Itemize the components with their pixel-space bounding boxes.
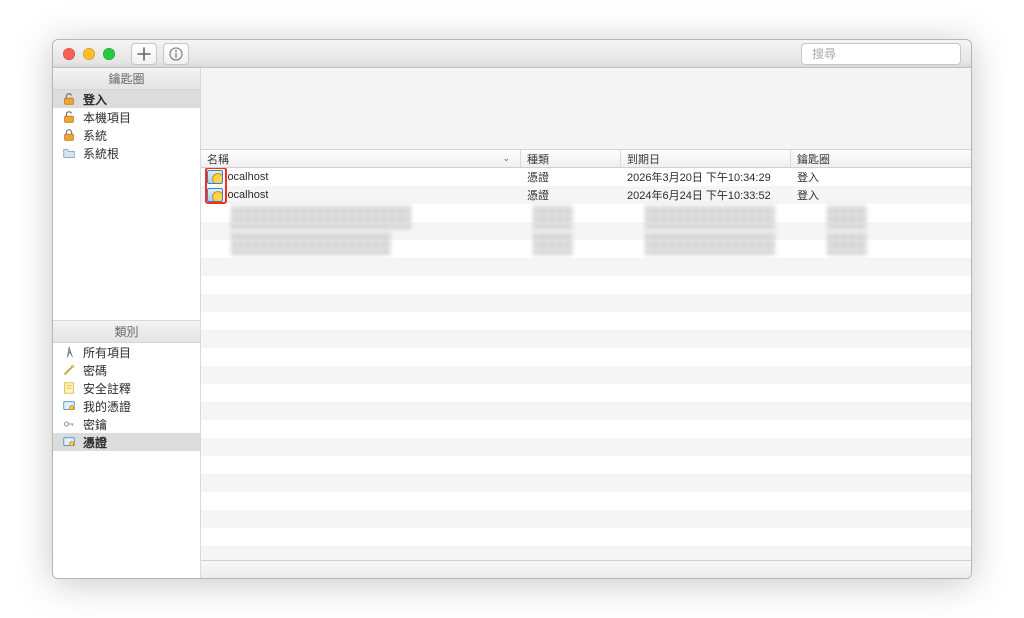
- unlock-icon: [61, 109, 77, 125]
- sidebar-keychains-header: 鑰匙圈: [53, 68, 200, 90]
- detail-panel: [201, 68, 971, 150]
- keychain-access-window: 鑰匙圈 登入 本機項目: [52, 39, 972, 579]
- cert-icon: [61, 434, 77, 450]
- sidebar-item-label: 所有項目: [83, 344, 131, 361]
- cell-name: localhost: [225, 189, 268, 201]
- column-name[interactable]: 名稱 ⌄: [201, 150, 521, 167]
- certificates-table: 名稱 ⌄ 種類 到期日 鑰匙圈: [201, 150, 971, 560]
- key-icon: [61, 416, 77, 432]
- sort-indicator-icon: ⌄: [502, 153, 514, 164]
- content-area: 名稱 ⌄ 種類 到期日 鑰匙圈: [201, 68, 971, 578]
- compass-icon: [61, 344, 77, 360]
- table-footer: [201, 560, 971, 578]
- folder-icon: [61, 145, 77, 161]
- redacted-row: [201, 204, 971, 230]
- sidebar-category-all[interactable]: 所有項目: [53, 343, 200, 361]
- sidebar-item-label: 安全註釋: [83, 380, 131, 397]
- sidebar-item-login[interactable]: 登入: [53, 90, 200, 108]
- window-close-button[interactable]: [63, 48, 75, 60]
- sidebar: 鑰匙圈 登入 本機項目: [53, 68, 201, 578]
- sidebar-category-passwords[interactable]: 密碼: [53, 361, 200, 379]
- column-kind[interactable]: 種類: [521, 150, 621, 167]
- cert-icon: [207, 188, 223, 202]
- sidebar-item-label: 密碼: [83, 362, 107, 379]
- column-chain[interactable]: 鑰匙圈: [791, 150, 971, 167]
- sidebar-category-header: 類別: [53, 321, 200, 343]
- sidebar-item-label: 憑證: [83, 434, 107, 451]
- titlebar: [53, 40, 971, 68]
- redacted-row: [201, 230, 971, 256]
- cell-chain: 登入: [791, 169, 971, 185]
- wand-icon: [61, 362, 77, 378]
- cell-date: 2026年3月20日 下午10:34:29: [621, 169, 791, 185]
- sidebar-category-secure-notes[interactable]: 安全註釋: [53, 379, 200, 397]
- search-input[interactable]: [812, 47, 967, 61]
- note-icon: [61, 380, 77, 396]
- cert-icon: [61, 398, 77, 414]
- sidebar-item-label: 登入: [83, 91, 107, 108]
- sidebar-category-keys[interactable]: 密鑰: [53, 415, 200, 433]
- info-button[interactable]: [163, 43, 189, 65]
- info-icon: [168, 46, 184, 62]
- plus-icon: [136, 46, 152, 62]
- table-row[interactable]: localhost 憑證 2026年3月20日 下午10:34:29 登入: [201, 168, 971, 186]
- column-date[interactable]: 到期日: [621, 150, 791, 167]
- sidebar-item-label: 密鑰: [83, 416, 107, 433]
- sidebar-item-system[interactable]: 系統: [53, 126, 200, 144]
- sidebar-category-my-certs[interactable]: 我的憑證: [53, 397, 200, 415]
- sidebar-item-label: 系統: [83, 127, 107, 144]
- sidebar-item-local-items[interactable]: 本機項目: [53, 108, 200, 126]
- cell-kind: 憑證: [521, 169, 621, 185]
- lock-icon: [61, 127, 77, 143]
- cell-chain: 登入: [791, 187, 971, 203]
- window-zoom-button[interactable]: [103, 48, 115, 60]
- search-field[interactable]: [801, 43, 961, 65]
- sidebar-item-label: 系統根: [83, 145, 119, 162]
- cert-icon: [207, 170, 223, 184]
- cell-name: localhost: [225, 171, 268, 183]
- table-header: 名稱 ⌄ 種類 到期日 鑰匙圈: [201, 150, 971, 168]
- cell-kind: 憑證: [521, 187, 621, 203]
- add-button[interactable]: [131, 43, 157, 65]
- traffic-lights: [63, 48, 115, 60]
- table-row[interactable]: localhost 憑證 2024年6月24日 下午10:33:52 登入: [201, 186, 971, 204]
- sidebar-item-system-roots[interactable]: 系統根: [53, 144, 200, 162]
- sidebar-category-certs[interactable]: 憑證: [53, 433, 200, 451]
- cell-date: 2024年6月24日 下午10:33:52: [621, 187, 791, 203]
- sidebar-item-label: 我的憑證: [83, 398, 131, 415]
- window-minimize-button[interactable]: [83, 48, 95, 60]
- unlock-icon: [61, 91, 77, 107]
- sidebar-item-label: 本機項目: [83, 109, 131, 126]
